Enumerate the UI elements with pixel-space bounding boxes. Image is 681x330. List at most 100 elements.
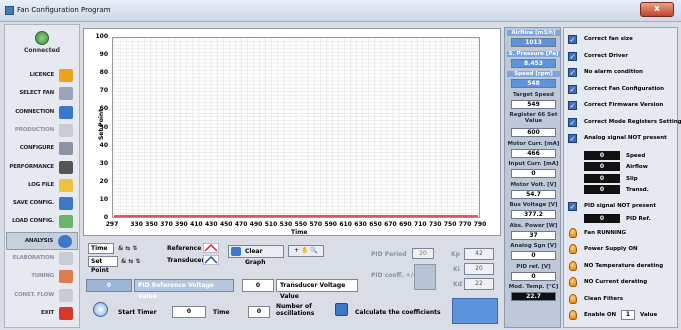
x-tick-label: 530: [279, 221, 293, 228]
signal-display-row: 0 Transd.: [568, 185, 678, 197]
airflow-label: Airflow [m3/h]: [507, 30, 560, 36]
lamp-icon: [569, 277, 577, 287]
start-timer-label: Start Timer: [118, 309, 157, 316]
y-tick-label: 60: [99, 105, 108, 113]
checkbox-icon: ✓: [568, 68, 577, 77]
window-title: Fan Configuration Program: [17, 6, 111, 14]
lamp-icon: [569, 227, 577, 238]
status-lamp-label: Fan RUNNING: [584, 229, 627, 236]
sidebar-item-save-config[interactable]: SAVE CONFIG.: [6, 195, 78, 213]
abs-power-value: 37: [511, 230, 556, 240]
status-lamp-row: Fan RUNNING: [568, 227, 678, 240]
input-curr-label: Input Curr. [mA]: [508, 161, 559, 167]
x-tick-label: 410: [190, 221, 203, 228]
sidebar-item-analysis[interactable]: ANALYSIS: [6, 231, 78, 250]
sidebar-item-tuning[interactable]: TUNING: [6, 268, 78, 286]
pid-period-input[interactable]: 20: [412, 248, 434, 259]
calculate-coefficients-button[interactable]: [335, 303, 348, 316]
checkbox-icon: ✓: [568, 117, 577, 127]
y-tick-label: 20: [99, 177, 108, 185]
motor-volt-label: Motor Volt. [V]: [510, 181, 557, 188]
target-speed-value: 549: [511, 99, 556, 109]
sidebar-item-label: TUNING: [31, 273, 54, 280]
exit-icon: [59, 306, 73, 320]
pid-ref-label: PID ref. [V]: [516, 263, 551, 270]
x-tick-label: 650: [369, 221, 382, 228]
x-tick-label: 730: [428, 221, 442, 228]
sidebar-item-production[interactable]: PRODUCTION: [6, 122, 78, 140]
status-lamp-row: NO Temperature derating: [568, 260, 678, 273]
x-tick-label: 570: [309, 221, 323, 228]
pid-ref-voltage-label: PID Reference Voltage Value: [134, 279, 234, 300]
sidebar-item-label: ANALYSIS: [24, 237, 53, 244]
lamp-icon: [569, 310, 577, 320]
sidebar-item-load-config[interactable]: LOAD CONFIG.: [6, 213, 78, 231]
timer-display: 0: [172, 306, 206, 318]
signal-display-row: 0 Slip: [568, 173, 678, 186]
kd-input[interactable]: 22: [464, 278, 494, 290]
signal-display-label: Speed: [626, 152, 646, 159]
sidebar-item-label: SELECT FAN: [19, 90, 54, 97]
time-scale-icons[interactable]: & ⇆ ⇅: [118, 245, 137, 252]
signal-display-label: Transd.: [626, 187, 649, 193]
y-tick-label: 40: [99, 141, 108, 149]
pid-coeff-slider[interactable]: [414, 264, 436, 290]
setpoint-scale-icons[interactable]: & ⇆ ⇅: [121, 258, 140, 265]
y-tick-label: 90: [99, 51, 108, 59]
transducer-legend-icon[interactable]: [203, 255, 219, 265]
calculate-coefficients-label: Calculate the coefficients: [355, 309, 441, 316]
sidebar-item-label: CONFIGURE: [19, 145, 54, 152]
sidebar-item-performance[interactable]: PERFORMANCE: [6, 159, 78, 177]
register-label: Register 66 Set Value: [509, 112, 558, 124]
signal-display-value: 0: [584, 185, 620, 194]
ki-input[interactable]: 20: [464, 263, 494, 275]
time-selector[interactable]: Time: [88, 243, 114, 254]
start-timer-button[interactable]: [93, 302, 108, 317]
enable-on-label: Enable ON: [584, 312, 617, 318]
status-check-label: Correct Mode Registers Setting: [584, 118, 681, 125]
status-lamp-label: Clean Filters: [584, 295, 624, 302]
motor-volt-value: 54.7: [511, 189, 556, 199]
speed-value: 548: [511, 79, 556, 88]
sidebar-item-exit[interactable]: EXIT: [6, 305, 78, 323]
sidebar-item-label: LOG FILE: [28, 181, 54, 188]
value-label: Value: [640, 312, 658, 318]
tuning-icon: [59, 270, 73, 284]
sidebar-item-select-fan[interactable]: SELECT FAN: [6, 85, 78, 103]
signal-display-value: 0: [584, 162, 620, 171]
sidebar-item-configure[interactable]: CONFIGURE: [6, 140, 78, 158]
pid-coeff-label: PID coeff. +/-: [371, 272, 416, 279]
pid-signal-label: PID signal NOT present: [584, 202, 656, 209]
x-tick-label: 550: [294, 221, 308, 228]
reference-legend-icon[interactable]: [203, 243, 219, 253]
analog-sgn-label: Analog Sgn [V]: [510, 243, 557, 249]
status-panel: ✓ Correct fan size ✓ Correct Driver ✓ No alar…: [563, 27, 681, 328]
sidebar-item-label: PERFORMANCE: [9, 163, 54, 170]
graph-tools-palette[interactable]: + ✋ 🔍: [288, 245, 324, 257]
mod-temp-value: 22.7: [511, 292, 556, 301]
spressure-label: S. Pressure [Pa]: [507, 50, 560, 57]
bus-voltage-label: Bus Voltage [V]: [509, 202, 558, 208]
signal-display-value: 0: [584, 150, 620, 160]
sidebar-item-connection[interactable]: CONNECTION: [6, 104, 78, 122]
setpoint-selector[interactable]: Set Point: [88, 256, 118, 274]
y-tick-label: 10: [99, 195, 108, 203]
sidebar-item-log-file[interactable]: LOG FILE: [6, 177, 78, 195]
close-button[interactable]: x: [640, 2, 674, 17]
sidebar-item-const-flow[interactable]: CONST. FLOW: [6, 287, 78, 305]
save-icon: [59, 197, 73, 211]
sidebar-item-licence[interactable]: LICENCE: [6, 67, 78, 85]
sidebar-item-label: LICENCE: [29, 72, 55, 78]
readouts-panel: Airflow [m3/h] 1013 S. Pressure [Pa] 8.453 S…: [504, 27, 561, 328]
analysis-icon: [58, 234, 72, 248]
status-lamp-row: NO Current derating: [568, 277, 678, 289]
kp-input[interactable]: 42: [464, 248, 494, 260]
spressure-value: 8.453: [511, 58, 556, 68]
ki-label: Ki: [453, 266, 460, 273]
title-bar: Fan Configuration Program x: [0, 0, 681, 22]
sidebar-item-elaboration[interactable]: ELABORATION: [6, 250, 78, 268]
y-tick-label: 80: [99, 69, 108, 77]
enable-on-input[interactable]: 1: [621, 310, 635, 320]
x-tick-label: 297: [105, 221, 119, 228]
sidebar-item-label: SAVE CONFIG.: [12, 200, 54, 207]
